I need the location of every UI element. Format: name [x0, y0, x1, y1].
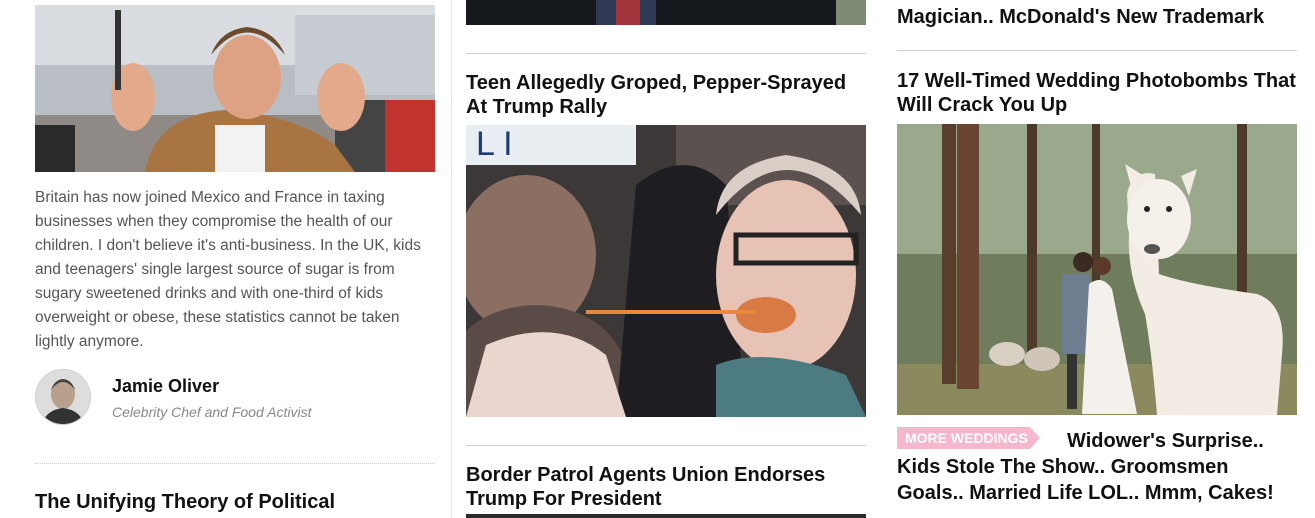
article-divider — [466, 53, 866, 54]
rally-photo[interactable]: L I — [466, 125, 866, 417]
svg-text:L I: L I — [476, 125, 513, 163]
article-divider — [897, 50, 1297, 51]
author-role: Celebrity Chef and Food Activist — [112, 404, 312, 420]
article-headline[interactable]: 17 Well-Timed Wedding Photobombs That Wi… — [897, 69, 1297, 117]
article-headline[interactable]: Teen Allegedly Groped, Pepper-Sprayed At… — [466, 71, 866, 119]
top-article-photo[interactable] — [466, 0, 866, 25]
article-headline[interactable]: Magician.. McDonald's New Trademark — [897, 5, 1297, 29]
article-blurb: Britain has now joined Mexico and France… — [35, 189, 421, 350]
wedding-photo[interactable] — [897, 124, 1297, 415]
next-article-photo[interactable] — [466, 514, 866, 518]
article-divider — [466, 445, 866, 446]
author-name[interactable]: Jamie Oliver — [112, 376, 219, 397]
article-headline[interactable]: The Unifying Theory of Political — [35, 490, 435, 514]
section-divider — [35, 463, 435, 464]
chef-photo[interactable] — [35, 5, 435, 172]
author-avatar[interactable] — [35, 369, 91, 425]
column-divider — [451, 0, 452, 518]
article-headline[interactable]: Border Patrol Agents Union Endorses Trum… — [466, 463, 866, 511]
wedding-teaser[interactable]: Widower's Surprise.. Kids Stole The Show… — [897, 428, 1297, 506]
